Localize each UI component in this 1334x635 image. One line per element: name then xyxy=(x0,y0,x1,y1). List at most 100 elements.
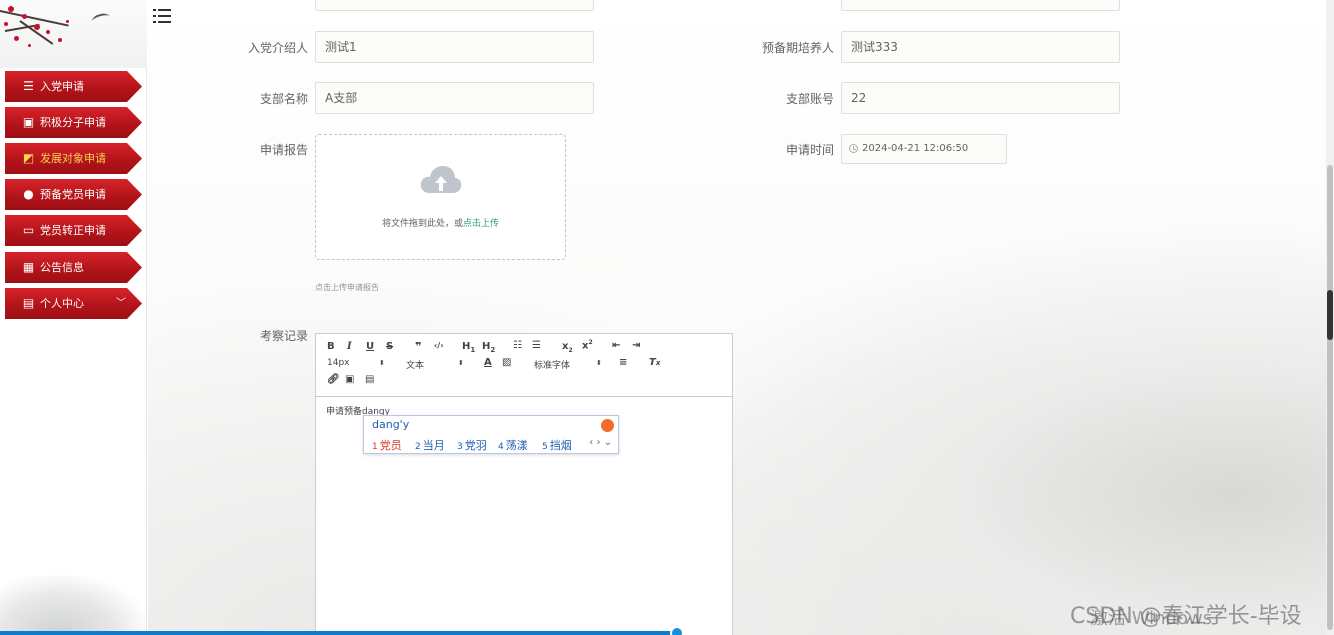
menu-item-development-object-application[interactable]: ◩ 发展对象申请 xyxy=(5,143,142,174)
video-progress-bar[interactable] xyxy=(0,631,680,635)
menu-item-label: 预备党员申请 xyxy=(40,188,106,201)
main-content: 入党介绍人 测试1 预备期培养人 测试333 支部名称 A支部 支部账号 22 … xyxy=(148,0,1326,635)
candidate-number: 2 xyxy=(415,442,421,452)
chart-icon: ◩ xyxy=(22,151,35,165)
ime-candidate[interactable]: 2 当月 xyxy=(415,437,445,453)
clock-icon xyxy=(849,144,858,153)
candidate-number: 3 xyxy=(457,442,463,452)
menu-item-label: 入党申请 xyxy=(40,80,84,93)
menu-item-activist-application[interactable]: ▣ 积极分子申请 xyxy=(5,107,142,138)
candidate-number: 5 xyxy=(542,442,548,452)
progress-handle[interactable] xyxy=(670,626,684,635)
upload-instruction: 将文件拖到此处，或 xyxy=(381,219,463,229)
outdent-icon[interactable]: ⇤ xyxy=(612,340,620,351)
indent-icon[interactable]: ⇥ xyxy=(632,340,640,351)
image-icon[interactable]: ▣ xyxy=(345,374,354,385)
heading1-icon[interactable]: H1 xyxy=(462,341,475,354)
chevron-down-icon: ﹀ xyxy=(116,298,126,309)
card-icon: ▤ xyxy=(22,296,35,310)
select-arrow-icon: ⬍ xyxy=(596,359,602,367)
ime-candidate[interactable]: 4 荡漾 xyxy=(498,437,528,453)
ime-candidate[interactable]: 1 党员 xyxy=(372,437,402,453)
record-label: 考察记录 xyxy=(259,329,308,343)
menu-item-announcements[interactable]: ▦ 公告信息 xyxy=(5,252,142,283)
balloon-icon: ● xyxy=(23,187,34,201)
ime-logo-icon xyxy=(601,419,614,432)
candidate-number: 1 xyxy=(372,442,378,452)
candidate-text: 挡烟 xyxy=(549,439,572,452)
ime-candidate-popup: dang'y 1 党员 2 当月 3 党羽 4 荡漾 5 挡烟 ‹ › ⌄ xyxy=(363,415,619,454)
branch-name-label: 支部名称 xyxy=(259,92,308,106)
bold-icon[interactable]: B xyxy=(327,341,335,352)
sidebar-mountain-decoration xyxy=(0,575,147,635)
branch-account-label: 支部账号 xyxy=(785,92,834,106)
ime-page-nav-icon[interactable]: ‹ › ⌄ xyxy=(589,437,612,448)
editor-toolbar: B I U S ❞ ‹/› H1 H2 ☷ ☰ x2 x2 ⇤ ⇥ 14px ⬍ … xyxy=(316,334,732,397)
menu-item-probationary-member-application[interactable]: ● 预备党员申请 xyxy=(5,179,142,210)
italic-icon[interactable]: I xyxy=(347,341,352,352)
candidate-text: 荡漾 xyxy=(505,439,528,452)
trainer-input[interactable]: 测试333 xyxy=(841,31,1120,63)
branch-account-input[interactable]: 22 xyxy=(841,82,1120,114)
select-arrow-icon: ⬍ xyxy=(379,359,385,367)
sidebar: ☰ 入党申请 ▣ 积极分子申请 ◩ 发展对象申请 ● 预备党员申请 ▭ 党员转正… xyxy=(0,0,147,635)
font-size-value: 14px xyxy=(327,358,350,368)
header-type-select[interactable]: 文本 ⬍ xyxy=(406,358,466,371)
font-color-icon[interactable]: A xyxy=(484,357,492,368)
subscript-icon[interactable]: x2 xyxy=(562,341,573,354)
candidate-number: 4 xyxy=(498,442,504,452)
background-color-icon[interactable]: ▨ xyxy=(502,357,511,368)
ordered-list-icon[interactable]: ☷ xyxy=(513,340,522,351)
font-size-select[interactable]: 14px ⬍ xyxy=(327,358,387,368)
link-icon[interactable]: 🔗︎ xyxy=(327,374,340,385)
introducer-label: 入党介绍人 xyxy=(247,41,308,55)
video-icon[interactable]: ▤ xyxy=(365,374,374,385)
superscript-icon[interactable]: x2 xyxy=(582,339,593,351)
upload-dropzone[interactable]: 将文件拖到此处，或点击上传 xyxy=(315,134,566,260)
menu-item-label: 积极分子申请 xyxy=(40,116,106,129)
align-icon[interactable]: ≡ xyxy=(619,357,627,368)
sidebar-banner-image xyxy=(0,0,147,68)
heading2-icon[interactable]: H2 xyxy=(482,341,495,354)
menu-item-label: 发展对象申请 xyxy=(40,152,106,165)
sliders-icon: ☰ xyxy=(23,79,34,93)
code-block-icon[interactable]: ‹/› xyxy=(434,341,444,350)
top-left-input-partial[interactable] xyxy=(315,0,594,11)
menu-item-label: 党员转正申请 xyxy=(40,224,106,237)
branch-name-input[interactable]: A支部 xyxy=(315,82,594,114)
underline-icon[interactable]: U xyxy=(366,341,374,352)
grid-icon: ▦ xyxy=(22,260,35,274)
candidate-text: 党羽 xyxy=(464,439,487,452)
menu-item-label: 公告信息 xyxy=(40,261,84,274)
application-time-value: 2024-04-21 12:06:50 xyxy=(862,143,969,154)
introducer-input[interactable]: 测试1 xyxy=(315,31,594,63)
scrollbar-marker xyxy=(1327,290,1333,340)
menu-item-label: 个人中心 xyxy=(40,297,84,310)
bullet-list-icon[interactable]: ☰ xyxy=(532,340,541,351)
cloud-upload-icon xyxy=(420,166,462,193)
monitor-icon: ▭ xyxy=(22,223,35,237)
application-time-input[interactable]: 2024-04-21 12:06:50 xyxy=(841,134,1007,164)
ime-candidate[interactable]: 5 挡烟 xyxy=(542,437,572,453)
header-type-value: 文本 xyxy=(406,361,425,371)
trainer-label: 预备期培养人 xyxy=(761,41,834,55)
clear-format-icon[interactable]: Tx xyxy=(649,357,660,368)
click-upload-link[interactable]: 点击上传 xyxy=(463,219,499,229)
ime-candidate[interactable]: 3 党羽 xyxy=(457,437,487,453)
top-right-input-partial[interactable] xyxy=(841,0,1120,11)
vertical-scrollbar[interactable] xyxy=(1326,0,1334,635)
menu-item-personal-center[interactable]: ▤ 个人中心 ﹀ xyxy=(5,288,142,319)
blockquote-icon[interactable]: ❞ xyxy=(415,340,421,353)
menu-item-party-application[interactable]: ☰ 入党申请 xyxy=(5,71,142,102)
font-family-select[interactable]: 标准字体 ⬍ xyxy=(534,358,604,371)
menu-item-member-confirmation-application[interactable]: ▭ 党员转正申请 xyxy=(5,215,142,246)
hamburger-menu-icon[interactable] xyxy=(153,8,171,24)
strikethrough-icon[interactable]: S xyxy=(386,341,393,352)
rich-text-editor[interactable]: B I U S ❞ ‹/› H1 H2 ☷ ☰ x2 x2 ⇤ ⇥ 14px ⬍ … xyxy=(315,333,733,635)
select-arrow-icon: ⬍ xyxy=(458,359,464,367)
upload-tip: 点击上传申请报告 xyxy=(315,283,379,292)
scrollbar-thumb[interactable] xyxy=(1327,165,1333,630)
ime-input-text: dang'y xyxy=(372,418,410,431)
candidate-text: 党员 xyxy=(379,439,402,452)
upload-text: 将文件拖到此处，或点击上传 xyxy=(316,216,565,229)
